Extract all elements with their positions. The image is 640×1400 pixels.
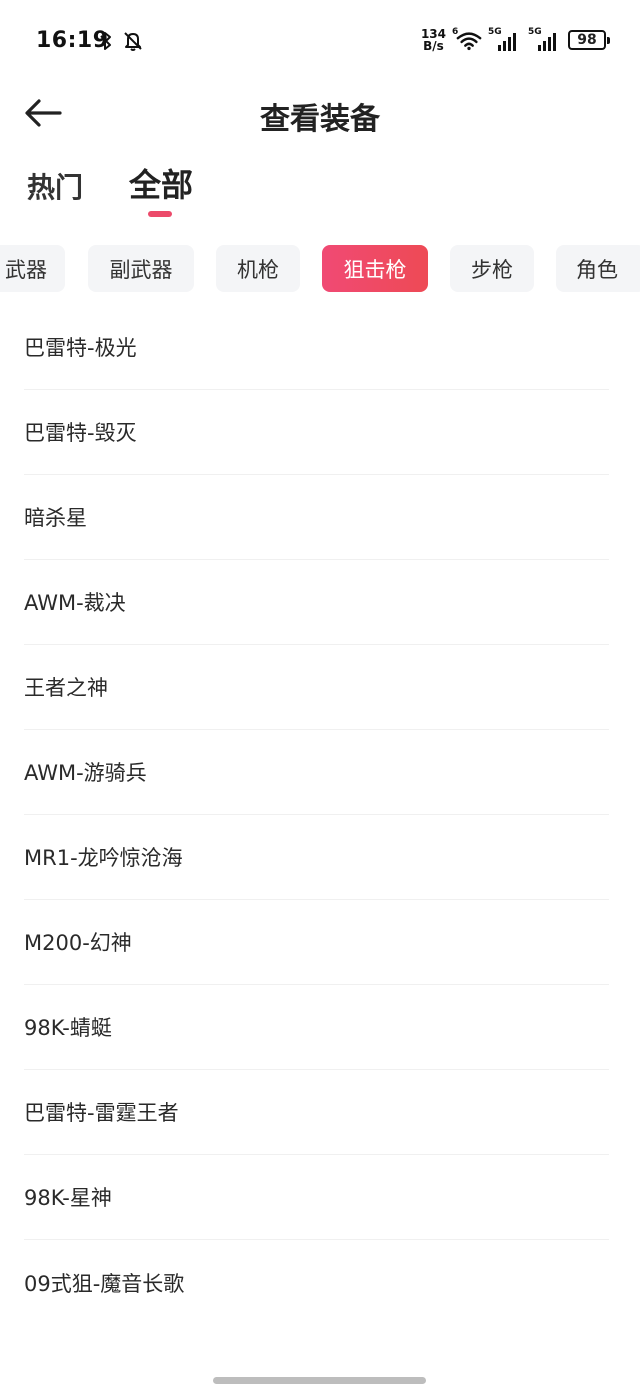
header: 查看装备 [0,86,640,140]
chip-secondary-weapon[interactable]: 副武器 [88,245,194,292]
chip-character[interactable]: 角色 [556,245,640,292]
list-item-label: 巴雷特-极光 [24,336,137,360]
battery-icon: 98 [568,30,610,50]
status-left-icons [98,30,144,52]
list-item-label: AWM-游骑兵 [24,761,147,785]
chip-machine-gun[interactable]: 机枪 [216,245,300,292]
list-item[interactable]: 巴雷特-毁灭 [24,390,609,475]
list-item-label: 王者之神 [24,676,108,700]
list-item-label: MR1-龙吟惊沧海 [24,846,183,870]
wifi-icon [456,32,482,51]
list-item[interactable]: M200-幻神 [24,900,609,985]
home-indicator[interactable] [213,1377,426,1384]
list-item[interactable]: 巴雷特-雷霆王者 [24,1070,609,1155]
list-item[interactable]: 王者之神 [24,645,609,730]
wifi-status: 6 [452,27,482,51]
tab-hot[interactable]: 热门 [27,166,83,206]
network-speed: 134 B/s [421,28,446,52]
sim1-label: 5G [488,27,502,37]
list-item[interactable]: 98K-星神 [24,1155,609,1240]
list-item-label: 巴雷特-雷霆王者 [24,1101,179,1125]
bell-muted-icon [124,32,142,51]
chip-rifle[interactable]: 步枪 [450,245,534,292]
list-item[interactable]: 暗杀星 [24,475,609,560]
list-item[interactable]: 09式狙-魔音长歌 [24,1240,609,1325]
battery-level: 98 [577,32,597,48]
list-item-label: 98K-星神 [24,1186,112,1210]
list-item-label: 09式狙-魔音长歌 [24,1271,185,1296]
list-item-label: 暗杀星 [24,506,87,530]
sim2-label: 5G [528,27,542,37]
chip-weapon[interactable]: 武器 [0,245,65,292]
sim1-signal: 5G [488,27,522,51]
list-item-label: 98K-蜻蜓 [24,1016,112,1040]
equipment-list: 巴雷特-极光 巴雷特-毁灭 暗杀星 AWM-裁决 王者之神 AWM-游骑兵 MR… [0,305,640,1325]
network-speed-unit: B/s [423,39,444,53]
chip-sniper-rifle[interactable]: 狙击枪 [322,245,428,292]
list-item-label: 巴雷特-毁灭 [24,421,137,445]
list-item-label: M200-幻神 [24,931,132,955]
status-right-icons: 134 B/s 6 5G 5G 98 [421,27,610,52]
list-item[interactable]: AWM-裁决 [24,560,609,645]
wifi-label: 6 [452,27,459,37]
list-item[interactable]: MR1-龙吟惊沧海 [24,815,609,900]
list-item[interactable]: 巴雷特-极光 [24,305,609,390]
status-bar: 16:19 134 B/s 6 5G 5G 98 [0,0,640,86]
list-item[interactable]: 98K-蜻蜓 [24,985,609,1070]
list-item-label: AWM-裁决 [24,591,126,615]
page-title: 查看装备 [260,102,380,137]
bluetooth-icon [100,32,111,50]
category-chips: 武器 副武器 机枪 狙击枪 步枪 角色 [0,245,640,293]
tab-all[interactable]: 全部 [129,160,193,206]
tab-bar: 热门 全部 [0,160,640,220]
list-item[interactable]: AWM-游骑兵 [24,730,609,815]
sim2-signal: 5G [528,27,562,51]
tab-active-indicator [148,211,172,217]
